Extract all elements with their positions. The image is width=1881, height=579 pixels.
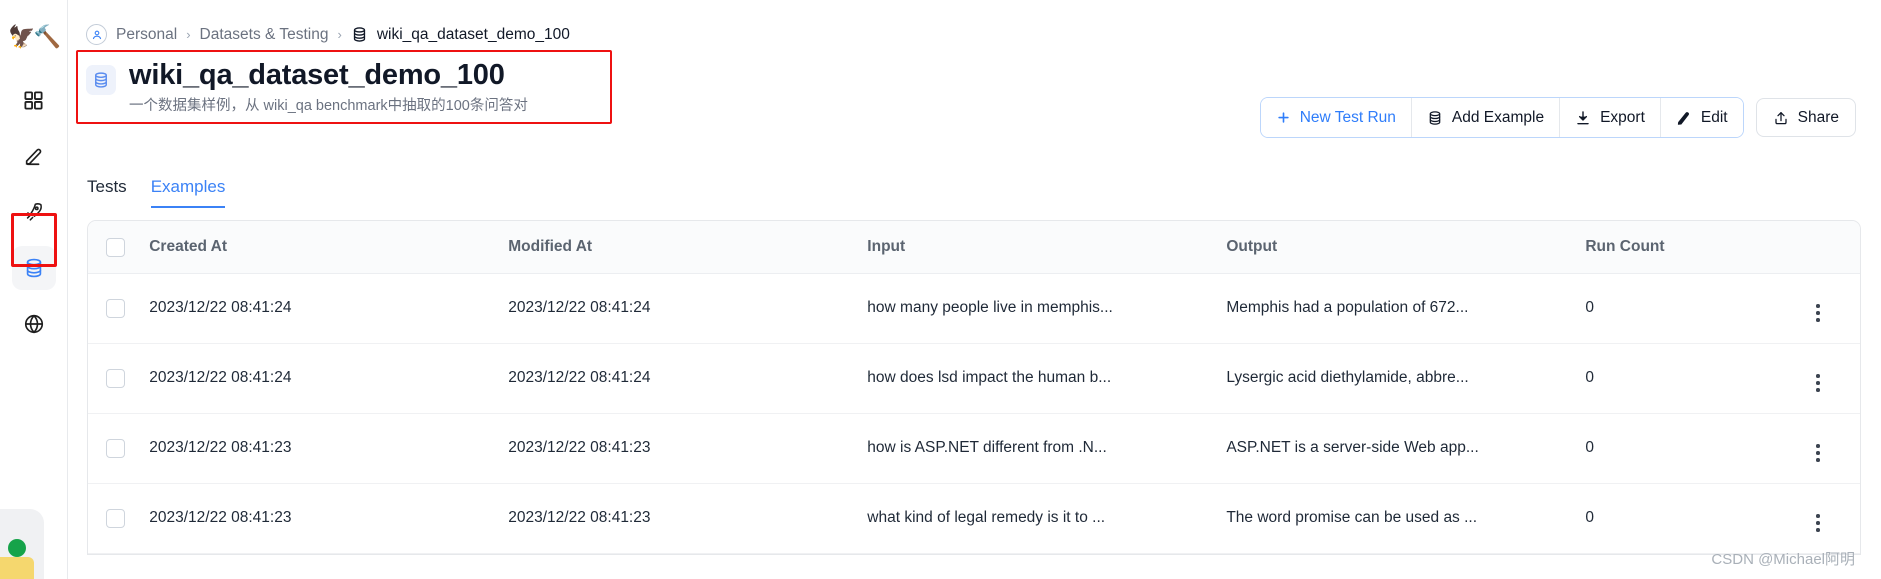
row-checkbox[interactable] xyxy=(106,508,125,528)
chevron-right-icon: › xyxy=(337,27,342,42)
page-subtitle: 一个数据集样例，从 wiki_qa benchmark中抽取的100条问答对 xyxy=(129,98,528,115)
new-test-run-label: New Test Run xyxy=(1299,108,1396,126)
sidebar-item-deployments[interactable] xyxy=(12,190,56,234)
row-actions-cell xyxy=(1775,273,1860,344)
cell-run-count: 0 xyxy=(1585,413,1776,484)
cell-modified-at: 2023/12/22 08:41:23 xyxy=(508,413,868,484)
cell-input: how does lsd impact the human b... xyxy=(867,343,1227,414)
edit-button[interactable]: Edit xyxy=(1660,98,1743,137)
cell-created-at: 2023/12/22 08:41:24 xyxy=(149,273,509,344)
tab-bar: Tests Examples xyxy=(68,172,1881,209)
chevron-right-icon: › xyxy=(186,27,191,42)
plus-icon xyxy=(1276,110,1291,125)
database-icon xyxy=(23,257,45,279)
cell-modified-at: 2023/12/22 08:41:24 xyxy=(508,343,868,414)
add-example-label: Add Example xyxy=(1451,108,1545,126)
share-label: Share xyxy=(1797,108,1839,126)
table-row[interactable]: 2023/12/22 08:41:24 2023/12/22 08:41:24 … xyxy=(88,273,1860,344)
row-select-cell xyxy=(88,413,150,484)
breadcrumb-item-datasets-testing[interactable]: Datasets & Testing xyxy=(200,26,329,44)
column-header-actions xyxy=(1775,221,1860,274)
examples-table: Created At Modified At Input Output Run … xyxy=(87,220,1861,555)
row-checkbox[interactable] xyxy=(106,368,125,388)
sidebar-footer-chip xyxy=(0,557,34,579)
new-test-run-button[interactable]: New Test Run xyxy=(1260,98,1412,137)
page-toolbar: New Test Run Add Example Export Edit Sha… xyxy=(1259,97,1856,138)
parrot-hammer-logo-icon[interactable]: 🦅🔨 xyxy=(8,26,61,48)
cell-created-at: 2023/12/22 08:41:24 xyxy=(149,343,509,414)
column-header-input[interactable]: Input xyxy=(867,221,1227,274)
select-all-checkbox[interactable] xyxy=(106,237,125,257)
cell-modified-at: 2023/12/22 08:41:23 xyxy=(508,483,868,554)
row-menu-icon[interactable] xyxy=(1815,374,1820,392)
breadcrumb-database-icon xyxy=(351,26,368,43)
row-select-cell xyxy=(88,273,150,344)
globe-icon xyxy=(23,313,45,335)
cell-created-at: 2023/12/22 08:41:23 xyxy=(149,483,509,554)
breadcrumb: Personal › Datasets & Testing › wiki_qa_… xyxy=(68,0,1881,48)
watermark: CSDN @Michael阿明 xyxy=(1711,551,1855,568)
sidebar-item-public[interactable] xyxy=(12,302,56,346)
share-button[interactable]: Share xyxy=(1755,98,1856,137)
row-menu-icon[interactable] xyxy=(1815,304,1820,322)
select-all-header xyxy=(88,221,150,274)
row-checkbox[interactable] xyxy=(106,298,125,318)
share-upload-icon xyxy=(1773,110,1789,126)
row-select-cell xyxy=(88,483,150,554)
database-icon xyxy=(1427,110,1443,126)
app-root: 🦅🔨 Personal › Datasets & Testing › wiki_… xyxy=(0,0,1881,579)
sidebar-item-prompts[interactable] xyxy=(12,134,56,178)
cell-run-count: 0 xyxy=(1585,343,1776,414)
row-checkbox[interactable] xyxy=(106,438,125,458)
cell-output: ASP.NET is a server-side Web app... xyxy=(1226,413,1586,484)
status-dot xyxy=(8,539,26,557)
add-example-button[interactable]: Add Example xyxy=(1411,98,1561,137)
download-icon xyxy=(1575,110,1591,126)
cell-output: The word promise can be used as ... xyxy=(1226,483,1586,554)
row-menu-icon[interactable] xyxy=(1815,444,1820,462)
column-header-output[interactable]: Output xyxy=(1226,221,1586,274)
column-header-created-at[interactable]: Created At xyxy=(149,221,509,274)
edit-label: Edit xyxy=(1700,108,1728,126)
column-header-modified-at[interactable]: Modified At xyxy=(508,221,868,274)
cell-created-at: 2023/12/22 08:41:23 xyxy=(149,413,509,484)
sidebar-item-datasets[interactable] xyxy=(11,246,56,290)
main-content: Personal › Datasets & Testing › wiki_qa_… xyxy=(68,0,1881,579)
rocket-icon xyxy=(23,201,45,223)
table-row[interactable]: 2023/12/22 08:41:23 2023/12/22 08:41:23 … xyxy=(88,483,1860,554)
tab-examples[interactable]: Examples xyxy=(150,177,226,209)
cell-output: Memphis had a population of 672... xyxy=(1226,273,1586,344)
cell-modified-at: 2023/12/22 08:41:24 xyxy=(508,273,868,344)
left-sidebar: 🦅🔨 xyxy=(0,0,68,579)
column-header-run-count[interactable]: Run Count xyxy=(1585,221,1776,274)
sidebar-item-dashboard[interactable] xyxy=(12,78,56,122)
breadcrumb-item-current: wiki_qa_dataset_demo_100 xyxy=(376,25,570,43)
tab-tests[interactable]: Tests xyxy=(87,177,127,208)
table-row[interactable]: 2023/12/22 08:41:23 2023/12/22 08:41:23 … xyxy=(88,413,1860,484)
row-menu-icon[interactable] xyxy=(1815,514,1820,532)
breadcrumb-item-personal[interactable]: Personal xyxy=(116,26,177,44)
cell-input: what kind of legal remedy is it to ... xyxy=(867,483,1227,554)
cell-input: how many people live in memphis... xyxy=(867,273,1227,344)
toolbar-button-group: New Test Run Add Example Export Edit xyxy=(1259,97,1744,138)
cell-input: how is ASP.NET different from .N... xyxy=(867,413,1227,484)
row-select-cell xyxy=(88,343,150,414)
table-row[interactable]: 2023/12/22 08:41:24 2023/12/22 08:41:24 … xyxy=(88,343,1860,414)
export-label: Export xyxy=(1600,108,1645,126)
row-actions-cell xyxy=(1775,413,1860,484)
cell-run-count: 0 xyxy=(1585,483,1776,554)
page-title-database-icon xyxy=(86,65,116,95)
pencil-icon xyxy=(1676,110,1692,126)
table-header-row: Created At Modified At Input Output Run … xyxy=(88,221,1860,274)
export-button[interactable]: Export xyxy=(1560,98,1661,137)
cell-run-count: 0 xyxy=(1585,273,1776,344)
pencil-icon xyxy=(23,145,45,167)
row-actions-cell xyxy=(1775,343,1860,414)
page-title: wiki_qa_dataset_demo_100 xyxy=(129,59,505,91)
row-actions-cell xyxy=(1775,483,1860,554)
grid-icon xyxy=(23,90,44,111)
cell-output: Lysergic acid diethylamide, abbre... xyxy=(1226,343,1586,414)
user-icon xyxy=(86,24,107,45)
